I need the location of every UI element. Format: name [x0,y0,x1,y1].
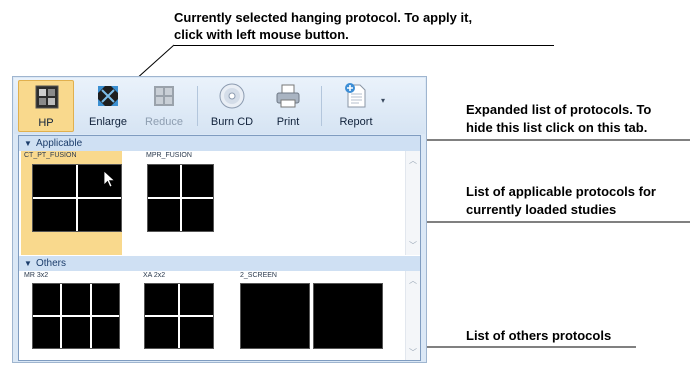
others-section-title: Others [36,258,67,269]
report-button[interactable]: Report [328,80,384,132]
enlarge-button-label: Enlarge [89,116,127,128]
protocol-name: MR 3x2 [24,272,49,279]
burn-cd-button[interactable]: Burn CD [204,80,260,132]
applicable-scrollbar[interactable]: ︿ ﹀ [405,151,420,255]
annotation-expanded-line1: Expanded list of protocols. To [466,102,652,117]
print-button[interactable]: Print [260,80,316,132]
printer-icon [276,84,300,108]
annotation-others: List of others protocols [466,328,612,343]
toolbar-separator [321,86,322,126]
toolbar: HP Enlarge Reduce Burn CD Print Report ▾ [14,78,425,134]
annotation-selected-protocol-line2: click with left mouse button. [174,27,349,42]
annotation-applicable-line1: List of applicable protocols for [466,184,656,199]
other-protocols-list: MR 3x2 XA 2x2 2_SCREEN [19,271,406,360]
scroll-down-icon[interactable]: ﹀ [406,347,420,358]
protocol-list-panel: ▼ Applicable CT_PT_FUSION MPR_FUSION ︿ ﹀… [18,135,421,361]
report-button-label: Report [339,116,373,128]
enlarge-icon [98,86,118,106]
protocol-name: XA 2x2 [143,272,166,279]
report-icon [345,83,366,108]
burn-cd-button-label: Burn CD [210,116,254,128]
reduce-icon [154,86,174,106]
hp-button[interactable]: HP [18,80,74,132]
scroll-up-icon[interactable]: ︿ [406,155,420,166]
annotation-underline-selected [174,45,554,46]
collapse-arrow-icon: ▼ [24,139,32,148]
hanging-protocol-window: HP Enlarge Reduce Burn CD Print Report ▾… [12,76,427,363]
print-button-label: Print [276,116,300,128]
others-section-tab[interactable]: ▼ Others [19,256,420,271]
annotation-expanded-line2: hide this list click on this tab. [466,120,648,135]
protocol-mpr-fusion[interactable]: MPR_FUSION [143,151,223,255]
layout-thumbnail-3x2 [32,283,120,349]
reduce-button-label: Reduce [145,116,183,128]
protocol-name: MPR_FUSION [146,152,192,159]
layout-thumbnail-2x2 [147,164,214,232]
scroll-up-icon[interactable]: ︿ [406,275,420,286]
screen-thumbnail-1 [240,283,310,349]
annotation-applicable-line2: currently loaded studies [466,202,617,217]
protocol-2-screen[interactable]: 2_SCREEN [237,271,387,360]
reduce-button[interactable]: Reduce [136,80,192,132]
applicable-section-tab[interactable]: ▼ Applicable [19,136,420,151]
others-scrollbar[interactable]: ︿ ﹀ [405,271,420,360]
annotation-selected-protocol-line1: Currently selected hanging protocol. To … [174,10,473,25]
screen-thumbnail-2 [313,283,383,349]
collapse-arrow-icon: ▼ [24,259,32,268]
protocol-name: CT_PT_FUSION [24,152,77,159]
applicable-protocols-list: CT_PT_FUSION MPR_FUSION [19,151,406,255]
cd-icon [219,83,245,109]
protocol-xa-2x2[interactable]: XA 2x2 [140,271,220,360]
toolbar-separator [197,86,198,126]
protocol-name: 2_SCREEN [240,272,277,279]
mouse-pointer-icon [103,170,116,188]
layout-thumbnail-2x2 [144,283,214,349]
hp-button-label: HP [38,117,54,129]
hanging-protocol-icon [35,85,59,109]
enlarge-button[interactable]: Enlarge [80,80,136,132]
scroll-down-icon[interactable]: ﹀ [406,240,420,251]
report-dropdown-icon[interactable]: ▾ [381,96,385,105]
protocol-ct-pt-fusion[interactable]: CT_PT_FUSION [21,151,122,255]
protocol-mr-3x2[interactable]: MR 3x2 [21,271,121,360]
applicable-section-title: Applicable [36,138,83,149]
